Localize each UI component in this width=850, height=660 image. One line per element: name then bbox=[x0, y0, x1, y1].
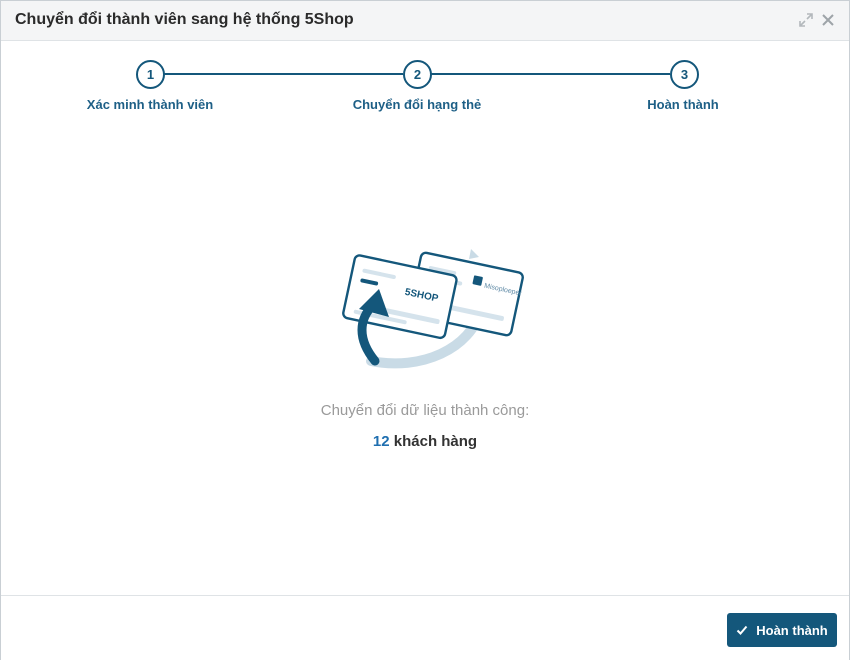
close-icon[interactable] bbox=[820, 12, 836, 28]
expand-icon[interactable] bbox=[798, 12, 814, 28]
step-connector bbox=[163, 73, 403, 75]
step-2-circle: 2 bbox=[403, 60, 432, 89]
result-message: Chuyển đổi dữ liệu thành công: bbox=[320, 402, 530, 419]
step-1-circle: 1 bbox=[136, 60, 165, 89]
convert-members-dialog: Chuyển đổi thành viên sang hệ thống 5Sho… bbox=[0, 0, 850, 660]
finish-button-label: Hoàn thành bbox=[756, 622, 828, 638]
dialog-title: Chuyển đổi thành viên sang hệ thống 5Sho… bbox=[15, 11, 354, 28]
step-connector bbox=[430, 73, 670, 75]
step-1-label: Xác minh thành viên bbox=[86, 97, 214, 112]
step-2-label: Chuyển đổi hạng thẻ bbox=[352, 97, 482, 112]
customer-count: 12 bbox=[372, 433, 390, 450]
customer-count-unit: khách hàng bbox=[393, 433, 478, 450]
result-count: 12 khách hàng bbox=[1, 433, 849, 450]
check-icon bbox=[737, 625, 748, 635]
step-3-circle: 3 bbox=[670, 60, 699, 89]
step-3-label: Hoàn thành bbox=[647, 97, 719, 112]
dialog-titlebar: Chuyển đổi thành viên sang hệ thống 5Sho… bbox=[1, 1, 849, 41]
card-conversion-illustration: Misoploeper 5SHOP bbox=[331, 239, 527, 371]
dialog-footer: Hoàn thành bbox=[1, 595, 849, 660]
wizard-stepper: 1 2 3 Xác minh thành viên Chuyển đổi hạn… bbox=[1, 41, 849, 121]
finish-button[interactable]: Hoàn thành bbox=[727, 613, 837, 647]
